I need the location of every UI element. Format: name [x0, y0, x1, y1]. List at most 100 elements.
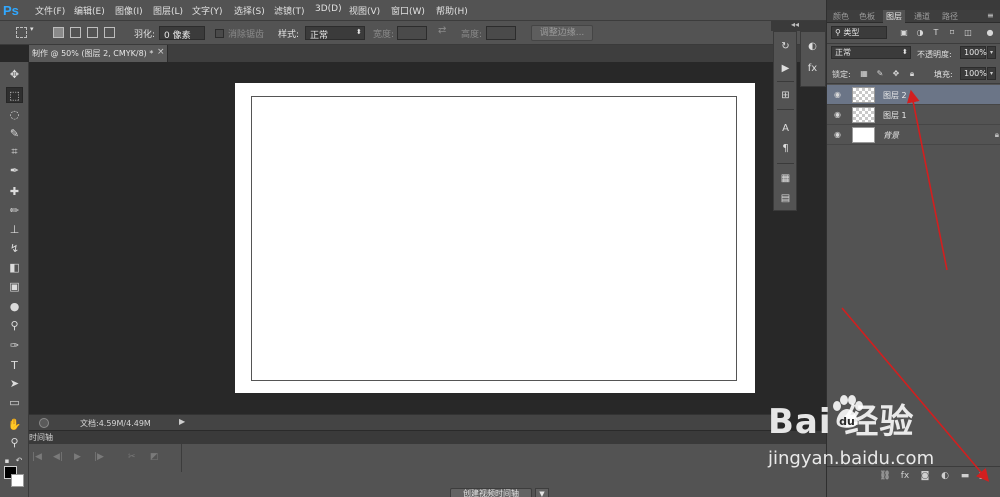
opacity-dropdown[interactable]: ▾ [987, 46, 996, 59]
dodge-tool-icon[interactable]: ⚲ [6, 318, 23, 334]
fill-input[interactable]: 100% [960, 67, 987, 80]
tab-swatches[interactable]: 色板 [859, 11, 875, 22]
menu-file[interactable]: 文件(F) [35, 4, 65, 17]
lasso-tool-icon[interactable]: ◌ [6, 107, 23, 123]
lock-position-icon[interactable]: ✥ [891, 69, 901, 79]
zoom-tool-icon[interactable]: ⚲ [6, 435, 23, 451]
hand-tool-icon[interactable]: ✋ [6, 417, 23, 433]
adjustments-panel-icon[interactable]: ◐ [806, 40, 819, 53]
next-frame-icon[interactable]: |▶ [94, 452, 104, 462]
lock-all-icon[interactable]: 🔒︎ [907, 69, 917, 79]
new-group-icon[interactable]: ▬ [959, 470, 971, 482]
create-video-timeline-button[interactable]: 创建视频时间轴 [450, 488, 532, 497]
visibility-eye-icon[interactable]: ◉ [832, 130, 843, 140]
collapse-panels-icon[interactable]: ◂◂ [791, 20, 799, 29]
menu-image[interactable]: 图像(I) [115, 4, 143, 17]
clone-stamp-tool-icon[interactable]: ⊥ [6, 222, 23, 238]
menu-select[interactable]: 选择(S) [234, 4, 265, 17]
eraser-tool-icon[interactable]: ◧ [6, 260, 23, 276]
filter-type-icon[interactable]: T [931, 28, 941, 38]
eyedropper-tool-icon[interactable]: ✒ [6, 163, 23, 179]
zoom-level-icon[interactable] [39, 418, 49, 428]
visibility-eye-icon[interactable]: ◉ [832, 90, 843, 100]
menu-filter[interactable]: 滤镜(T) [274, 4, 305, 17]
split-scissors-icon[interactable]: ✂ [128, 452, 136, 462]
path-select-tool-icon[interactable]: ➤ [6, 376, 23, 392]
close-document-icon[interactable]: × [157, 47, 165, 57]
refine-edge-button[interactable]: 调整边缘... [531, 25, 593, 41]
actions-panel-icon[interactable]: ▶ [779, 62, 792, 75]
marquee-preset-icon[interactable] [16, 27, 27, 38]
feather-input[interactable]: 0 像素 [159, 26, 205, 41]
filter-shape-icon[interactable]: ⌑ [947, 28, 957, 38]
transition-icon[interactable]: ◩ [150, 452, 159, 462]
timeline-tab[interactable]: 时间轴 [29, 430, 826, 444]
visibility-eye-icon[interactable]: ◉ [832, 110, 843, 120]
menu-layer[interactable]: 图层(L) [153, 4, 183, 17]
add-selection-icon[interactable] [70, 27, 81, 38]
rectangle-tool-icon[interactable]: ▭ [6, 395, 23, 411]
preset-chevron-icon[interactable]: ▾ [30, 25, 34, 33]
panel-menu-icon[interactable]: ≡ [987, 11, 994, 20]
layer-row[interactable]: ◉ 图层 2 [827, 85, 1000, 105]
layer-row[interactable]: ◉ 背景 🔒︎ [827, 125, 1000, 145]
history-panel-icon[interactable]: ↻ [779, 40, 792, 53]
healing-brush-tool-icon[interactable]: ✚ [6, 184, 23, 200]
filter-toggle-icon[interactable]: ● [985, 28, 995, 38]
menu-3d[interactable]: 3D(D) [315, 4, 342, 14]
menu-edit[interactable]: 编辑(E) [74, 4, 105, 17]
filter-smart-object-icon[interactable]: ◫ [963, 28, 973, 38]
menu-view[interactable]: 视图(V) [349, 4, 380, 17]
new-layer-icon[interactable]: ◰ [977, 470, 989, 482]
character-panel-icon[interactable]: A [779, 122, 792, 135]
move-tool-icon[interactable]: ✥ [6, 67, 23, 83]
menu-type[interactable]: 文字(Y) [192, 4, 223, 17]
new-selection-icon[interactable] [53, 27, 64, 38]
layer-filter-select[interactable]: ⚲ 类型 [831, 26, 887, 39]
swap-icon[interactable]: ⇄ [438, 25, 446, 36]
add-mask-icon[interactable]: ◙ [919, 470, 931, 482]
layer-row[interactable]: ◉ 图层 1 [827, 105, 1000, 125]
play-icon[interactable]: ▶ [74, 452, 81, 462]
antialias-checkbox[interactable] [215, 29, 224, 38]
type-tool-icon[interactable]: T [6, 358, 23, 374]
pen-tool-icon[interactable]: ✑ [6, 338, 23, 354]
subtract-selection-icon[interactable] [87, 27, 98, 38]
gradient-tool-icon[interactable]: ▣ [6, 279, 23, 295]
notes-panel-icon[interactable]: ▤ [779, 192, 792, 205]
intersect-selection-icon[interactable] [104, 27, 115, 38]
lock-transparency-icon[interactable]: ▦ [859, 69, 869, 79]
adjust-panel-icon[interactable]: ⊞ [779, 89, 792, 102]
info-panel-icon[interactable]: ▦ [779, 172, 792, 185]
new-adjustment-icon[interactable]: ◐ [939, 470, 951, 482]
blend-mode-select[interactable]: 正常 ⬍ [831, 46, 911, 59]
lock-pixels-icon[interactable]: ✎ [875, 69, 885, 79]
previous-frame-icon[interactable]: ◀| [53, 452, 63, 462]
tab-color[interactable]: 颜色 [833, 11, 849, 22]
history-brush-tool-icon[interactable]: ↯ [6, 241, 23, 257]
blur-tool-icon[interactable]: ● [6, 299, 23, 315]
filter-pixel-icon[interactable]: ▣ [899, 28, 909, 38]
crop-tool-icon[interactable]: ⌗ [6, 144, 23, 160]
tab-channels[interactable]: 通道 [914, 11, 930, 22]
menu-help[interactable]: 帮助(H) [436, 4, 468, 17]
timeline-mode-dropdown[interactable]: ▼ [535, 488, 549, 497]
tab-layers[interactable]: 图层 [883, 10, 905, 23]
first-frame-icon[interactable]: |◀ [32, 452, 42, 462]
fill-dropdown[interactable]: ▾ [987, 67, 996, 80]
quick-select-tool-icon[interactable]: ✎ [6, 126, 23, 142]
opacity-input[interactable]: 100% [960, 46, 987, 59]
add-style-icon[interactable]: fx [899, 470, 911, 482]
style-select[interactable]: 正常 ⬍ [305, 26, 365, 41]
brush-tool-icon[interactable]: ✏ [6, 203, 23, 219]
filter-adjustment-icon[interactable]: ◑ [915, 28, 925, 38]
height-input[interactable] [486, 26, 516, 40]
marquee-tool-icon[interactable]: ⬚ [6, 87, 23, 103]
menu-window[interactable]: 窗口(W) [391, 4, 425, 17]
document-tab[interactable]: 制作 @ 50% (图层 2, CMYK/8) * × [29, 45, 168, 62]
link-layers-icon[interactable]: ⛓ [879, 470, 891, 482]
status-menu-arrow-icon[interactable]: ▶ [179, 417, 185, 426]
background-color-swatch[interactable] [11, 474, 24, 487]
styles-panel-icon[interactable]: fx [806, 62, 819, 75]
paragraph-panel-icon[interactable]: ¶ [779, 142, 792, 155]
